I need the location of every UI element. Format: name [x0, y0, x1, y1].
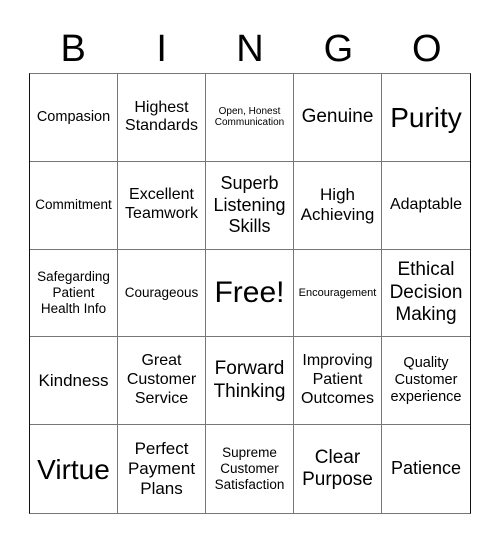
bingo-cell[interactable]: Supreme Customer Satisfaction: [206, 425, 294, 513]
bingo-cell[interactable]: Ethical Decision Making: [382, 250, 470, 338]
bingo-cell[interactable]: Open, Honest Communication: [206, 74, 294, 162]
bingo-cell[interactable]: Great Customer Service: [118, 337, 206, 426]
bingo-cell[interactable]: Adaptable: [382, 162, 470, 250]
free-space[interactable]: Free!: [206, 249, 294, 338]
header-letter-g: G: [323, 27, 354, 70]
bingo-cell[interactable]: Compasion: [30, 74, 118, 162]
header-letter-i: I: [156, 27, 167, 70]
bingo-cell[interactable]: Courageous: [118, 249, 206, 338]
bingo-header: B I N G O: [29, 24, 471, 73]
bingo-cell[interactable]: Purity: [382, 74, 470, 162]
bingo-cell[interactable]: Genuine: [294, 74, 382, 162]
bingo-cell[interactable]: Forward Thinking: [206, 337, 294, 426]
bingo-cell[interactable]: Highest Standards: [118, 74, 206, 162]
bingo-grid: Compasion Highest Standards Open, Honest…: [29, 73, 471, 514]
bingo-cell[interactable]: Kindness: [30, 337, 118, 426]
bingo-cell[interactable]: Safegarding Patient Health Info: [30, 249, 118, 338]
bingo-cell[interactable]: Excellent Teamwork: [118, 161, 206, 250]
bingo-cell[interactable]: Virtue: [30, 425, 118, 513]
header-letter-n: N: [236, 27, 264, 70]
bingo-cell[interactable]: Commitment: [30, 161, 118, 250]
bingo-cell[interactable]: Superb Listening Skills: [206, 161, 294, 250]
bingo-cell[interactable]: Clear Purpose: [294, 425, 382, 513]
bingo-cell[interactable]: Improving Patient Outcomes: [294, 337, 382, 426]
header-letter-o: O: [412, 27, 442, 70]
header-letter-b: B: [60, 27, 86, 70]
bingo-cell[interactable]: Quality Customer experience: [382, 337, 470, 426]
bingo-cell[interactable]: High Achieving: [294, 161, 382, 250]
bingo-cell[interactable]: Encouragement: [294, 249, 382, 338]
bingo-cell[interactable]: Patience: [382, 425, 470, 513]
bingo-cell[interactable]: Perfect Payment Plans: [118, 425, 206, 513]
